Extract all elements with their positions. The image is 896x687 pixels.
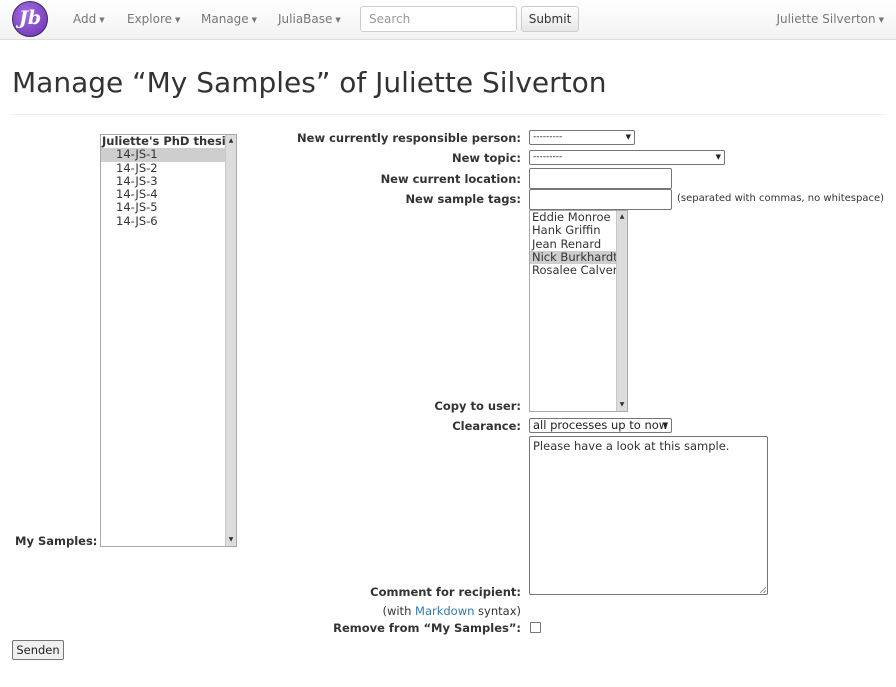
topic-value: --------- — [533, 152, 563, 162]
location-input[interactable] — [529, 168, 672, 189]
chevron-down-icon: ▼ — [715, 153, 721, 161]
responsible-person-select[interactable]: --------- ▼ — [529, 130, 635, 145]
navbar: Jb Add▼ Explore▼ Manage▼ JuliaBase▼ Subm… — [0, 0, 896, 40]
caret-down-icon: ▼ — [251, 15, 258, 24]
resize-handle-icon[interactable] — [760, 587, 766, 593]
nav-menu-manage[interactable]: Manage ▼ — [201, 12, 257, 26]
my-samples-listbox[interactable]: Juliette's PhD thesis 14-JS-1 14-JS-2 14… — [100, 134, 237, 547]
sample-option[interactable]: 14-JS-1 — [101, 147, 236, 162]
markdown-suffix: syntax) — [474, 604, 521, 618]
responsible-person-value: --------- — [533, 132, 563, 142]
markdown-note: (with Markdown syntax) — [382, 604, 521, 618]
caret-down-icon: ▼ — [175, 15, 181, 24]
nav-menu-manage-label: Manage — [201, 12, 249, 26]
remove-from-my-samples-checkbox[interactable] — [530, 622, 541, 633]
markdown-link[interactable]: Markdown — [415, 604, 474, 618]
user-option[interactable]: Nick Burkhardt — [530, 250, 627, 265]
caret-down-icon: ▼ — [335, 15, 341, 24]
sample-option[interactable]: 14-JS-6 — [101, 214, 236, 228]
arrow-down-icon[interactable]: ▼ — [226, 535, 236, 545]
users-scrollbar[interactable]: ▲ ▼ — [616, 211, 627, 411]
topic-label: New topic: — [451, 151, 521, 165]
clearance-select[interactable]: all processes up to now ▼ — [529, 418, 672, 433]
chevron-down-icon: ▼ — [625, 133, 631, 141]
arrow-up-icon[interactable]: ▲ — [617, 212, 627, 222]
clearance-label: Clearance: — [452, 419, 521, 433]
arrow-down-icon[interactable]: ▼ — [617, 400, 627, 410]
caret-down-icon: ▼ — [99, 15, 105, 24]
nav-menu-add-label: Add — [73, 12, 97, 26]
chevron-down-icon: ▼ — [662, 421, 668, 429]
my-samples-label: My Samples: — [15, 534, 98, 548]
markdown-prefix: (with — [382, 604, 416, 618]
comment-label: Comment for recipient: — [370, 585, 521, 599]
sample-option[interactable]: 14-JS-3 — [101, 174, 236, 188]
responsible-person-label: New currently responsible person: — [297, 131, 521, 145]
location-label: New current location: — [380, 172, 521, 186]
arrow-up-icon[interactable]: ▲ — [226, 136, 236, 146]
sample-option[interactable]: 14-JS-4 — [101, 187, 236, 201]
sample-tags-label: New sample tags: — [405, 192, 521, 206]
nav-menu-juliabase-label: JuliaBase — [278, 12, 333, 26]
sample-tags-input[interactable] — [529, 189, 672, 210]
send-button[interactable]: Senden — [12, 640, 64, 660]
user-menu[interactable]: Juliette Silverton ▼ — [776, 12, 884, 26]
user-option[interactable]: Eddie Monroe — [530, 211, 627, 224]
clearance-value: all processes up to now — [533, 418, 669, 432]
samples-scrollbar[interactable]: ▲ ▼ — [225, 135, 236, 546]
remove-from-my-samples-label: Remove from “My Samples”: — [333, 621, 521, 635]
juliabase-logo[interactable]: Jb — [12, 1, 48, 37]
user-option[interactable]: Rosalee Calvert — [530, 263, 627, 277]
copy-to-user-listbox[interactable]: Eddie Monroe Hank Griffin Jean Renard Ni… — [529, 210, 628, 412]
nav-menu-explore[interactable]: Explore ▼ — [127, 12, 180, 26]
divider — [12, 114, 884, 115]
caret-down-icon: ▼ — [878, 15, 884, 24]
comment-text: Please have a look at this sample. — [533, 439, 730, 453]
comment-textarea[interactable]: Please have a look at this sample. — [529, 436, 768, 595]
nav-menu-explore-label: Explore — [127, 12, 173, 26]
nav-menu-juliabase[interactable]: JuliaBase ▼ — [278, 12, 341, 26]
user-option[interactable]: Jean Renard — [530, 237, 627, 251]
sample-option[interactable]: 14-JS-2 — [101, 161, 236, 175]
search-submit-button[interactable]: Submit — [521, 6, 579, 32]
user-menu-label: Juliette Silverton — [776, 12, 876, 26]
page-title: Manage “My Samples” of Juliette Silverto… — [12, 66, 607, 99]
search-input[interactable] — [360, 6, 517, 32]
sample-tags-hint: (separated with commas, no whitespace) — [677, 193, 885, 204]
sample-group-label: Juliette's PhD thesis — [102, 134, 233, 148]
nav-menu-add[interactable]: Add ▼ — [73, 12, 105, 26]
topic-select[interactable]: --------- ▼ — [529, 150, 725, 165]
user-option[interactable]: Hank Griffin — [530, 223, 627, 237]
copy-to-user-label: Copy to user: — [434, 399, 521, 413]
sample-option[interactable]: 14-JS-5 — [101, 201, 236, 215]
